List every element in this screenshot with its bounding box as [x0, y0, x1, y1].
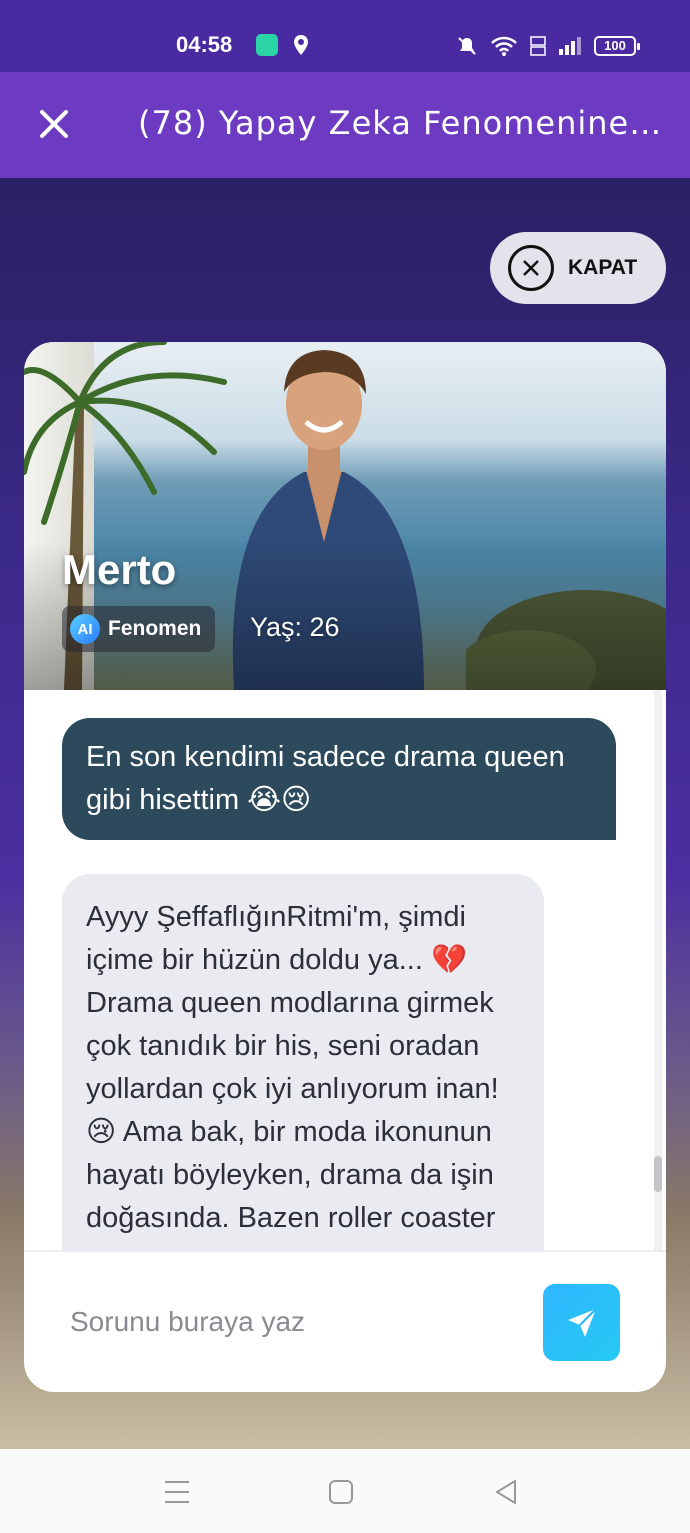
user-message: En son kendimi sadece drama queen gibi h…: [62, 718, 616, 840]
profile-name: Merto: [62, 546, 177, 593]
fitness-app-icon: [256, 34, 278, 56]
ai-icon: AI: [70, 614, 100, 644]
back-icon[interactable]: [491, 1477, 521, 1507]
status-bar: 04:58 100: [0, 0, 690, 72]
close-circle-icon: [508, 245, 554, 291]
location-icon: [294, 35, 308, 55]
message-input[interactable]: [70, 1300, 530, 1344]
page-title: (78) Yapay Zeka Fenomenine So…: [138, 104, 668, 142]
kapat-button[interactable]: KAPAT: [490, 232, 666, 304]
title-bar: (78) Yapay Zeka Fenomenine So…: [0, 72, 690, 178]
chat-card: Merto AI Fenomen Yaş: 26 En son kendimi …: [24, 342, 666, 1392]
input-divider: [24, 1250, 666, 1252]
close-icon[interactable]: [36, 106, 72, 142]
send-button[interactable]: [543, 1284, 620, 1361]
send-icon: [567, 1307, 597, 1337]
signal-icon: [559, 37, 581, 55]
age-text: Yaş: 26: [250, 612, 340, 642]
fenomen-label: Fenomen: [108, 617, 202, 640]
profile-hero-image: Merto AI Fenomen Yaş: 26: [24, 342, 666, 690]
home-icon[interactable]: [326, 1477, 356, 1507]
system-nav-bar: [0, 1449, 690, 1533]
status-time: 04:58: [176, 32, 233, 57]
mute-icon: [458, 37, 476, 55]
scrollbar-thumb[interactable]: [654, 1156, 662, 1192]
bot-message: Ayyy ŞeffaflığınRitmi'm, şimdi içime bir…: [62, 874, 544, 1250]
chat-messages[interactable]: En son kendimi sadece drama queen gibi h…: [24, 690, 666, 1250]
volte-icon: [530, 36, 546, 56]
battery-icon: 100: [594, 36, 640, 56]
fenomen-badge: AI Fenomen: [62, 606, 216, 652]
menu-icon[interactable]: [162, 1477, 192, 1507]
kapat-label: KAPAT: [568, 256, 638, 279]
wifi-icon: [491, 36, 517, 56]
